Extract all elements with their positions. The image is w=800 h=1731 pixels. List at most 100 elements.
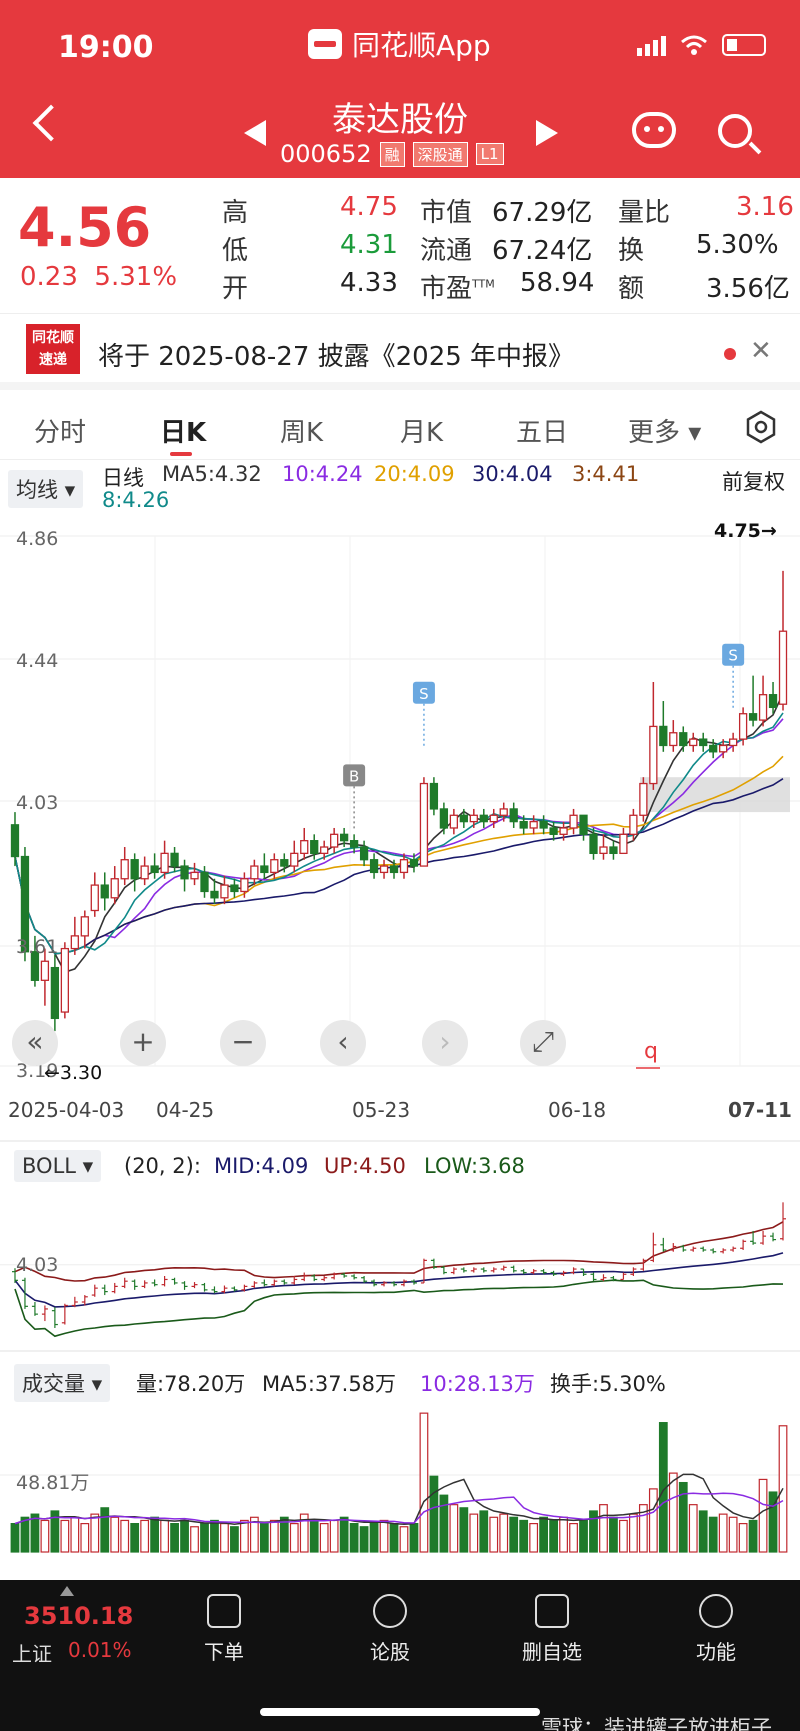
tag-margin: 融 [379,141,405,167]
adjust-mode[interactable]: 前复权 [722,466,785,496]
scroll-right-button[interactable]: › [422,1020,468,1066]
tab-five-day[interactable]: 五日 [516,412,568,449]
volume-bar [509,1516,519,1553]
volume-bar [369,1522,379,1553]
candle-body [110,878,119,899]
index-name[interactable]: 上证 [12,1638,52,1667]
next-stock-icon[interactable] [536,120,558,146]
stat-value-amount: 3.56亿 [706,274,790,304]
candle-body [549,827,558,835]
fullscreen-button[interactable]: ⤢ [520,1020,566,1066]
nav-functions[interactable]: 功能 [666,1594,766,1665]
annotation-q: q [644,1039,658,1064]
boll-up: UP:4.50 [324,1154,406,1178]
volume-bar [140,1519,150,1553]
tab-more[interactable]: 更多 ▾ [628,412,701,449]
close-icon[interactable]: ✕ [750,336,772,366]
index-value[interactable]: 3510.18 [24,1602,133,1630]
candle-body [699,738,708,747]
stat-label-float: 流通 [420,236,473,266]
volume-bar [449,1504,459,1553]
volume-bar [170,1522,179,1553]
zoom-in-button[interactable]: + [120,1020,166,1066]
tab-daily-k[interactable]: 日K [160,412,206,456]
tag-level[interactable]: L1 [475,143,504,165]
candle-body [130,859,139,880]
candle-body [50,966,60,1020]
volume-bar [389,1522,399,1553]
nav-remove-watchlist[interactable]: 删自选 [502,1594,602,1665]
volume-bar [708,1516,718,1553]
boll-chart[interactable] [0,1188,800,1340]
candle-body [200,871,209,893]
quote-panel: 4.56 0.23 5.31% 高 4.75 低 4.31 开 4.33 市值 … [0,178,800,313]
zoom-out-button[interactable]: − [220,1020,266,1066]
candle-body [70,935,79,950]
stat-label-pe: 市盈TTM [420,274,495,304]
settings-icon[interactable] [744,410,778,444]
candle-body [719,744,728,753]
candle-body [220,884,229,899]
volume-bar [399,1526,409,1553]
stat-label-low: 低 [222,236,249,266]
order-icon [207,1594,241,1628]
volume-bar [698,1510,708,1553]
volume-bar [120,1519,130,1553]
index-percent[interactable]: 0.01% [68,1638,132,1662]
home-indicator [260,1708,540,1716]
candle-body [399,859,409,874]
tab-weekly-k[interactable]: 周K [280,412,323,449]
prev-stock-icon[interactable] [244,120,266,146]
candle-body [519,820,528,829]
candle-body [60,947,70,1013]
ma-selector[interactable]: 均线 ▾ [8,470,84,508]
volume-bar [668,1472,678,1553]
nav-discussion[interactable]: 论股 [340,1594,440,1665]
tab-intraday[interactable]: 分时 [34,412,86,449]
volume-bar [180,1519,189,1553]
change-percent: 5.31% [94,262,178,292]
boll-selector[interactable]: BOLL ▾ [14,1150,102,1182]
volume-bar [728,1516,738,1553]
volume-chart[interactable] [0,1400,800,1558]
volume-selector[interactable]: 成交量 ▾ [14,1364,111,1402]
volume-bar [210,1519,219,1553]
volume-bar [130,1522,140,1553]
divider [0,1350,800,1352]
boll-up-line [14,1221,784,1282]
volume-bar [529,1522,539,1553]
news-text[interactable]: 将于 2025-08-27 披露《2025 年中报》 [98,336,574,373]
candlestick-chart[interactable]: B S Sq [0,510,800,1080]
candle-body [250,865,259,880]
volume-bar [748,1519,758,1553]
nav-order[interactable]: 下单 [174,1594,274,1665]
robot-assistant-icon[interactable] [632,112,676,148]
candle-body [280,859,289,867]
search-icon[interactable] [718,114,752,148]
volume-bar [489,1516,499,1553]
tab-monthly-k[interactable]: 月K [400,412,443,449]
scroll-start-button[interactable]: « [12,1020,58,1066]
volume-value: 量:78.20万 [136,1372,246,1396]
volume-bar [30,1513,40,1553]
stat-label-open: 开 [222,274,249,304]
stat-value-mktcap: 67.29亿 [492,198,593,228]
candle-body [768,694,778,709]
status-time: 19:00 [58,30,154,65]
ma3-value: 3:4.41 [572,462,640,486]
candle-body [559,827,568,835]
volume-bar [648,1488,658,1553]
x-tick-label: 06-18 [548,1098,607,1122]
news-banner[interactable]: 同花顺 速递 将于 2025-08-27 披露《2025 年中报》 ✕ [0,313,800,390]
stock-name: 泰达股份 [332,100,468,140]
stat-label-amount: 额 [618,274,645,304]
volume-bar [230,1526,239,1553]
stock-code: 000652 [280,140,372,168]
candle-body [429,782,439,810]
volume-bar [240,1519,249,1553]
menu-icon [699,1594,733,1628]
candle-body [459,814,468,823]
volume-bar [319,1522,329,1553]
candle-body [210,890,219,899]
scroll-left-button[interactable]: ‹ [320,1020,366,1066]
